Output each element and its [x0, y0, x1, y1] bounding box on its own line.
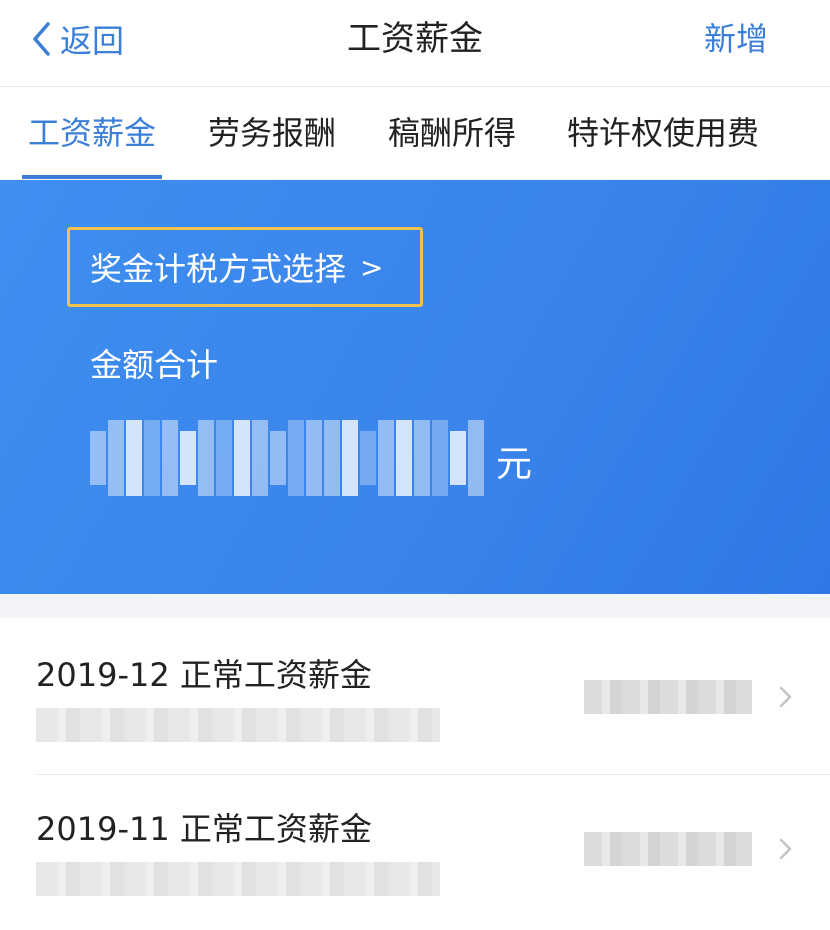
obscured-record-amount — [584, 832, 752, 866]
bonus-tax-method-label: 奖金计税方式选择 — [90, 250, 347, 288]
tab-royalties[interactable]: 特许权使用费 — [567, 87, 759, 179]
chevron-right-icon — [779, 838, 792, 860]
obscured-record-detail — [36, 708, 440, 742]
list-item[interactable]: 2019-11 正常工资薪金 — [0, 776, 830, 930]
divider — [36, 774, 830, 775]
total-amount: 元 — [90, 420, 532, 496]
bonus-tax-method-button[interactable]: 奖金计税方式选择 > — [67, 227, 423, 307]
obscured-record-detail — [36, 862, 440, 896]
record-title: 2019-12 正常工资薪金 — [36, 656, 372, 694]
top-nav-bar: 返回 工资薪金 新增 — [0, 0, 830, 87]
income-type-tabs: 工资薪金 劳务报酬 稿酬所得 特许权使用费 — [0, 87, 830, 179]
salary-income-page: 返回 工资薪金 新增 工资薪金 劳务报酬 稿酬所得 特许权使用费 奖金计税方式选… — [0, 0, 830, 930]
list-item[interactable]: 2019-12 正常工资薪金 — [0, 618, 830, 772]
record-title: 2019-11 正常工资薪金 — [36, 810, 372, 848]
summary-card: 奖金计税方式选择 > 金额合计 元 — [0, 180, 830, 594]
total-amount-label: 金额合计 — [90, 346, 219, 384]
chevron-right-icon — [779, 686, 792, 708]
add-button[interactable]: 新增 — [704, 14, 768, 64]
tab-labor-remuneration[interactable]: 劳务报酬 — [208, 87, 336, 179]
obscured-total-value — [90, 420, 486, 496]
tab-salary[interactable]: 工资薪金 — [21, 87, 163, 179]
salary-record-list: 2019-12 正常工资薪金 2019-11 正常工资薪金 — [0, 618, 830, 930]
currency-unit: 元 — [496, 444, 533, 485]
obscured-record-amount — [584, 680, 752, 714]
bonus-arrow: > — [360, 250, 384, 284]
tab-author-remuneration[interactable]: 稿酬所得 — [388, 87, 516, 179]
